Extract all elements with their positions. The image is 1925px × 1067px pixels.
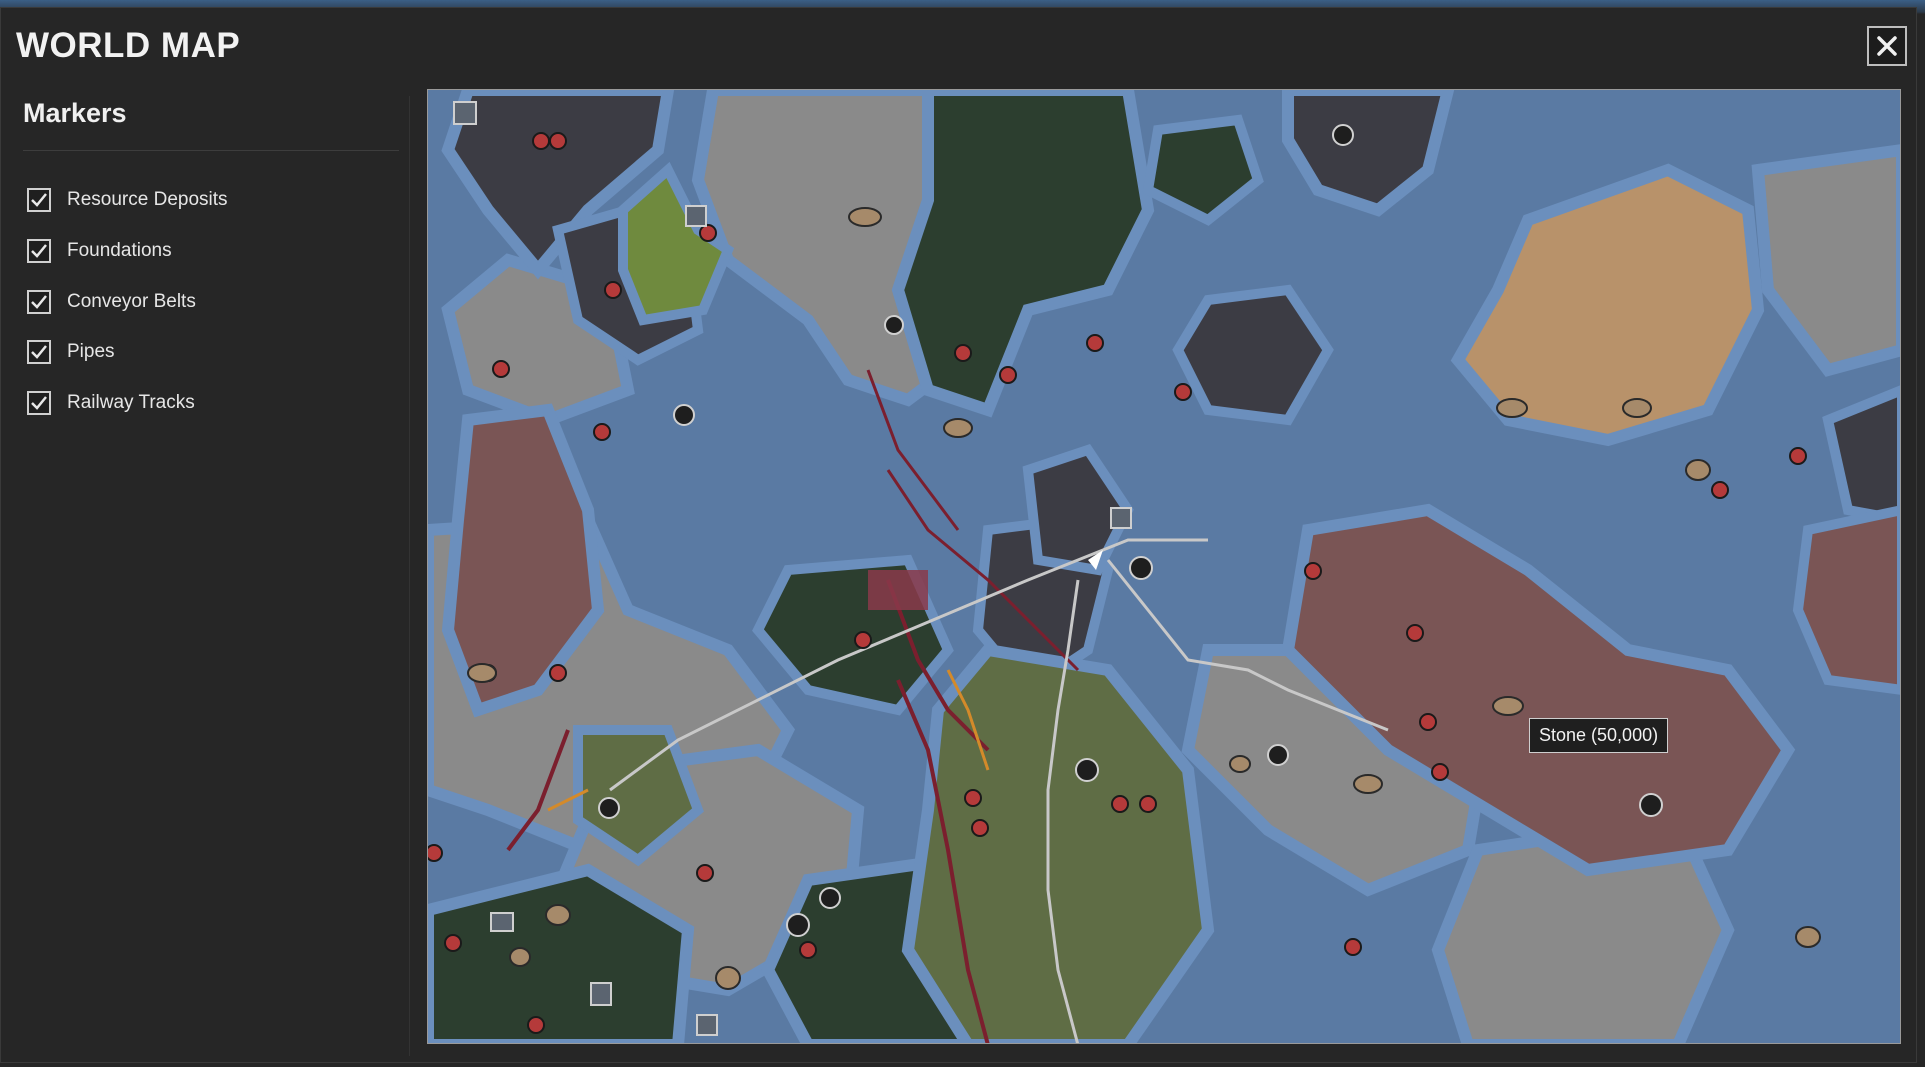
iron-ore-icon xyxy=(685,205,707,227)
stone-icon xyxy=(545,904,571,926)
checkmark-icon xyxy=(31,345,47,359)
checkbox[interactable] xyxy=(27,391,51,415)
fire-crystal-icon xyxy=(699,224,717,242)
markers-heading: Markers xyxy=(23,98,127,128)
map-terrain xyxy=(428,90,1900,1043)
fire-crystal-icon xyxy=(799,941,817,959)
fire-crystal-icon xyxy=(971,819,989,837)
checkmark-icon xyxy=(31,295,47,309)
marker-label: Pipes xyxy=(67,341,115,362)
fire-crystal-icon xyxy=(854,631,872,649)
marker-toggle-resource-deposits[interactable]: Resource Deposits xyxy=(27,185,228,215)
sidebar-divider xyxy=(23,150,399,151)
marker-toggle-foundations[interactable]: Foundations xyxy=(27,236,172,266)
fire-crystal-icon xyxy=(527,1016,545,1034)
stone-icon xyxy=(1795,926,1821,948)
coal-icon xyxy=(819,887,841,909)
fire-crystal-icon xyxy=(604,281,622,299)
checkbox[interactable] xyxy=(27,290,51,314)
fire-crystal-icon xyxy=(532,132,550,150)
fire-crystal-icon xyxy=(428,844,443,862)
checkmark-icon xyxy=(31,396,47,410)
fire-crystal-icon xyxy=(964,789,982,807)
stone-icon xyxy=(1353,774,1383,794)
fire-crystal-icon xyxy=(1711,481,1729,499)
coal-icon xyxy=(673,404,695,426)
marker-label: Railway Tracks xyxy=(67,392,195,413)
iron-ore-icon xyxy=(590,982,612,1006)
marker-label: Conveyor Belts xyxy=(67,291,196,312)
world-map[interactable]: Stone (50,000) xyxy=(427,89,1901,1044)
stone-icon xyxy=(1496,398,1528,418)
fire-crystal-icon xyxy=(1086,334,1104,352)
marker-toggle-conveyor-belts[interactable]: Conveyor Belts xyxy=(27,287,196,317)
stone-icon xyxy=(943,418,973,438)
fire-crystal-icon xyxy=(1111,795,1129,813)
stone-icon xyxy=(1229,755,1251,773)
fire-crystal-icon xyxy=(999,366,1017,384)
resource-tooltip: Stone (50,000) xyxy=(1529,718,1669,753)
fire-crystal-icon xyxy=(549,132,567,150)
checkmark-icon xyxy=(31,193,47,207)
coal-icon xyxy=(786,913,810,937)
coal-icon xyxy=(598,797,620,819)
fire-crystal-icon xyxy=(1174,383,1192,401)
fire-crystal-icon xyxy=(1304,562,1322,580)
close-button[interactable] xyxy=(1867,26,1907,66)
fire-crystal-icon xyxy=(1406,624,1424,642)
stone-icon xyxy=(509,947,531,967)
fire-crystal-icon xyxy=(1419,713,1437,731)
stone-icon xyxy=(848,207,882,227)
window-title: WORLD MAP xyxy=(16,26,241,65)
coal-icon xyxy=(1267,744,1289,766)
stone-icon xyxy=(1622,398,1652,418)
checkbox[interactable] xyxy=(27,239,51,263)
fire-crystal-icon xyxy=(696,864,714,882)
fire-crystal-icon xyxy=(1431,763,1449,781)
iron-ore-icon xyxy=(453,101,477,125)
fire-crystal-icon xyxy=(444,934,462,952)
fire-crystal-icon xyxy=(549,664,567,682)
fire-crystal-icon xyxy=(954,344,972,362)
stone-icon xyxy=(715,966,741,990)
coal-icon xyxy=(1332,124,1354,146)
iron-ore-icon xyxy=(696,1014,718,1036)
fire-crystal-icon xyxy=(1344,938,1362,956)
marker-label: Resource Deposits xyxy=(67,189,228,210)
foundation xyxy=(868,570,928,610)
marker-toggle-pipes[interactable]: Pipes xyxy=(27,337,115,367)
coal-icon xyxy=(1075,758,1099,782)
marker-toggle-railway-tracks[interactable]: Railway Tracks xyxy=(27,388,195,418)
checkbox[interactable] xyxy=(27,340,51,364)
fire-crystal-icon xyxy=(1139,795,1157,813)
coal-icon xyxy=(1129,556,1153,580)
fire-crystal-icon xyxy=(492,360,510,378)
markers-sidebar: Markers Resource Deposits Foundations Co… xyxy=(9,96,410,1056)
checkmark-icon xyxy=(31,244,47,258)
coal-icon xyxy=(884,315,904,335)
coal-icon xyxy=(1639,793,1663,817)
stone-icon xyxy=(467,663,497,683)
stone-icon xyxy=(1685,459,1711,481)
marker-label: Foundations xyxy=(67,240,172,261)
iron-ore-icon xyxy=(1110,507,1132,529)
stone-icon xyxy=(1492,696,1524,716)
iron-ore-icon xyxy=(490,912,514,932)
close-icon xyxy=(1877,36,1897,56)
fire-crystal-icon xyxy=(1789,447,1807,465)
fire-crystal-icon xyxy=(593,423,611,441)
checkbox[interactable] xyxy=(27,188,51,212)
